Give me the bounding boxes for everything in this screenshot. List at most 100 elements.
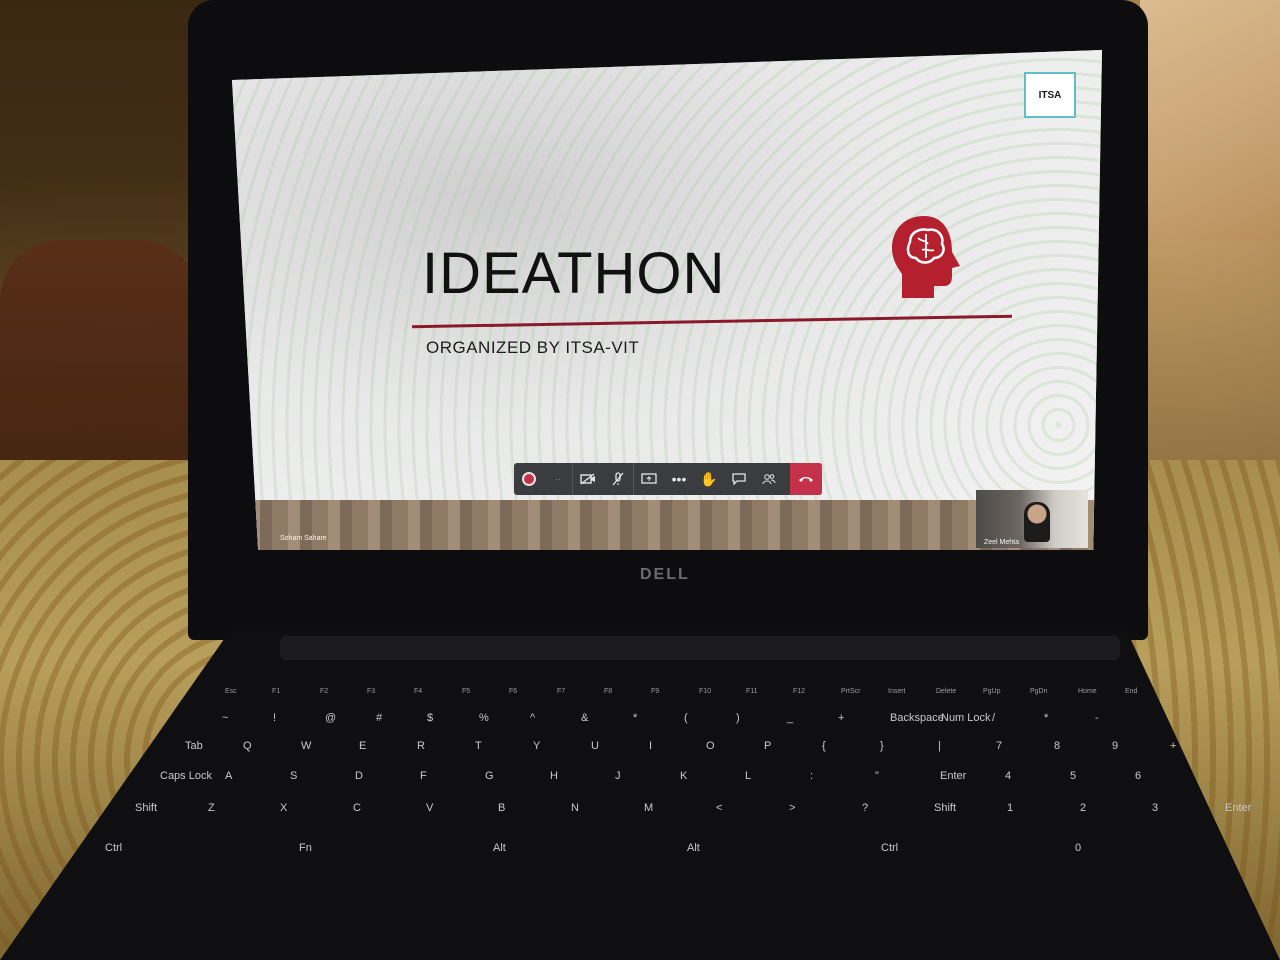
keyboard-key[interactable]: G	[485, 770, 494, 782]
keyboard-key[interactable]: Num Lock	[941, 712, 991, 724]
keyboard-key[interactable]: F	[420, 770, 427, 782]
participant-video-tile[interactable]: Zeel Mehta	[976, 490, 1088, 548]
keyboard-key[interactable]: _	[787, 712, 793, 724]
keyboard-key[interactable]: W	[301, 740, 311, 752]
keyboard-key[interactable]: F3	[367, 688, 375, 695]
keyboard-key[interactable]: 6	[1135, 770, 1141, 782]
keyboard-key[interactable]: M	[644, 802, 653, 814]
keyboard-key[interactable]: Caps Lock	[160, 770, 212, 782]
keyboard-key[interactable]: I	[649, 740, 652, 752]
keyboard-key[interactable]: Fn	[299, 842, 312, 854]
keyboard-key[interactable]: -	[1095, 712, 1099, 724]
keyboard-key[interactable]: U	[591, 740, 599, 752]
keyboard-key[interactable]: Tab	[185, 740, 203, 752]
keyboard-key[interactable]: >	[789, 802, 795, 814]
keyboard-key[interactable]: &	[581, 712, 588, 724]
keyboard-key[interactable]: 9	[1112, 740, 1118, 752]
keyboard-key[interactable]: +	[838, 712, 844, 724]
keyboard-key[interactable]: F6	[509, 688, 517, 695]
mic-off-icon[interactable]	[603, 463, 633, 495]
keyboard-key[interactable]: Home	[1078, 688, 1097, 695]
more-icon[interactable]: •••	[664, 463, 694, 495]
keyboard-key[interactable]: :	[810, 770, 813, 782]
keyboard-key[interactable]: R	[417, 740, 425, 752]
keyboard-key[interactable]: F11	[746, 688, 758, 695]
keyboard-key[interactable]: ?	[862, 802, 868, 814]
keyboard-key[interactable]: )	[736, 712, 740, 724]
keyboard-key[interactable]: C	[353, 802, 361, 814]
keyboard-key[interactable]: !	[273, 712, 276, 724]
keyboard-key[interactable]: Q	[243, 740, 252, 752]
keyboard-key[interactable]: "	[875, 770, 879, 782]
record-icon[interactable]	[514, 463, 544, 495]
keyboard-key[interactable]: P	[764, 740, 771, 752]
keyboard-key[interactable]: Backspace	[890, 712, 944, 724]
keyboard-key[interactable]: PgUp	[983, 688, 1001, 695]
chat-icon[interactable]	[724, 463, 754, 495]
keyboard-key[interactable]: #	[376, 712, 382, 724]
keyboard-key[interactable]: 2	[1080, 802, 1086, 814]
keyboard-key[interactable]: <	[716, 802, 722, 814]
keyboard-key[interactable]: }	[880, 740, 884, 752]
keyboard-key[interactable]: F2	[320, 688, 328, 695]
keyboard-key[interactable]: Alt	[493, 842, 506, 854]
keyboard-key[interactable]: D	[355, 770, 363, 782]
keyboard-key[interactable]: Alt	[687, 842, 700, 854]
keyboard-key[interactable]: E	[359, 740, 366, 752]
keyboard-key[interactable]: 4	[1005, 770, 1011, 782]
keyboard-key[interactable]: 8	[1054, 740, 1060, 752]
keyboard-key[interactable]: F9	[651, 688, 659, 695]
keyboard-key[interactable]: ~	[222, 712, 228, 724]
keyboard-key[interactable]: F12	[793, 688, 805, 695]
keyboard-key[interactable]: 5	[1070, 770, 1076, 782]
keyboard-key[interactable]: L	[745, 770, 751, 782]
keyboard-key[interactable]: +	[1170, 740, 1176, 752]
keyboard-key[interactable]: S	[290, 770, 297, 782]
keyboard-key[interactable]: Enter	[1225, 802, 1251, 814]
keyboard-key[interactable]: Delete	[936, 688, 956, 695]
keyboard-key[interactable]: /	[992, 712, 995, 724]
keyboard-key[interactable]: Y	[533, 740, 540, 752]
keyboard-key[interactable]: 3	[1152, 802, 1158, 814]
keyboard-key[interactable]: 0	[1075, 842, 1081, 854]
keyboard-key[interactable]: ^	[530, 712, 535, 724]
keyboard-key[interactable]: End	[1125, 688, 1137, 695]
keyboard-key[interactable]: Ctrl	[881, 842, 898, 854]
keyboard-key[interactable]: J	[615, 770, 621, 782]
keyboard-key[interactable]: Shift	[135, 802, 157, 814]
keyboard-key[interactable]: F7	[557, 688, 565, 695]
keyboard-key[interactable]: |	[938, 740, 941, 752]
raise-hand-icon[interactable]: ✋	[694, 463, 724, 495]
keyboard-key[interactable]: Enter	[940, 770, 966, 782]
keyboard-key[interactable]: PrtScr	[841, 688, 860, 695]
participants-icon[interactable]	[754, 463, 784, 495]
keyboard-key[interactable]: H	[550, 770, 558, 782]
keyboard-key[interactable]: (	[684, 712, 688, 724]
keyboard-key[interactable]: B	[498, 802, 505, 814]
keyboard-key[interactable]: F8	[604, 688, 612, 695]
keyboard-key[interactable]: @	[325, 712, 336, 724]
camera-off-icon[interactable]	[572, 463, 603, 495]
keyboard-key[interactable]: Shift	[934, 802, 956, 814]
keyboard-key[interactable]: 7	[996, 740, 1002, 752]
keyboard-key[interactable]: F1	[272, 688, 280, 695]
keyboard-key[interactable]: Insert	[888, 688, 906, 695]
keyboard-key[interactable]: O	[706, 740, 715, 752]
keyboard-key[interactable]: N	[571, 802, 579, 814]
keyboard-key[interactable]: $	[427, 712, 433, 724]
keyboard-key[interactable]: %	[479, 712, 489, 724]
keyboard-key[interactable]: F4	[414, 688, 422, 695]
keyboard-key[interactable]: K	[680, 770, 687, 782]
keyboard-key[interactable]: *	[633, 712, 637, 724]
keyboard-key[interactable]: Ctrl	[105, 842, 122, 854]
keyboard-key[interactable]: A	[225, 770, 232, 782]
keyboard-key[interactable]: T	[475, 740, 482, 752]
hang-up-button[interactable]	[790, 463, 822, 495]
share-screen-icon[interactable]	[633, 463, 664, 495]
keyboard-key[interactable]: {	[822, 740, 826, 752]
keyboard-key[interactable]: Esc	[225, 688, 237, 695]
keyboard-key[interactable]: V	[426, 802, 433, 814]
keyboard-key[interactable]: 1	[1007, 802, 1013, 814]
keyboard-key[interactable]: Z	[208, 802, 215, 814]
keyboard-key[interactable]: F10	[699, 688, 711, 695]
